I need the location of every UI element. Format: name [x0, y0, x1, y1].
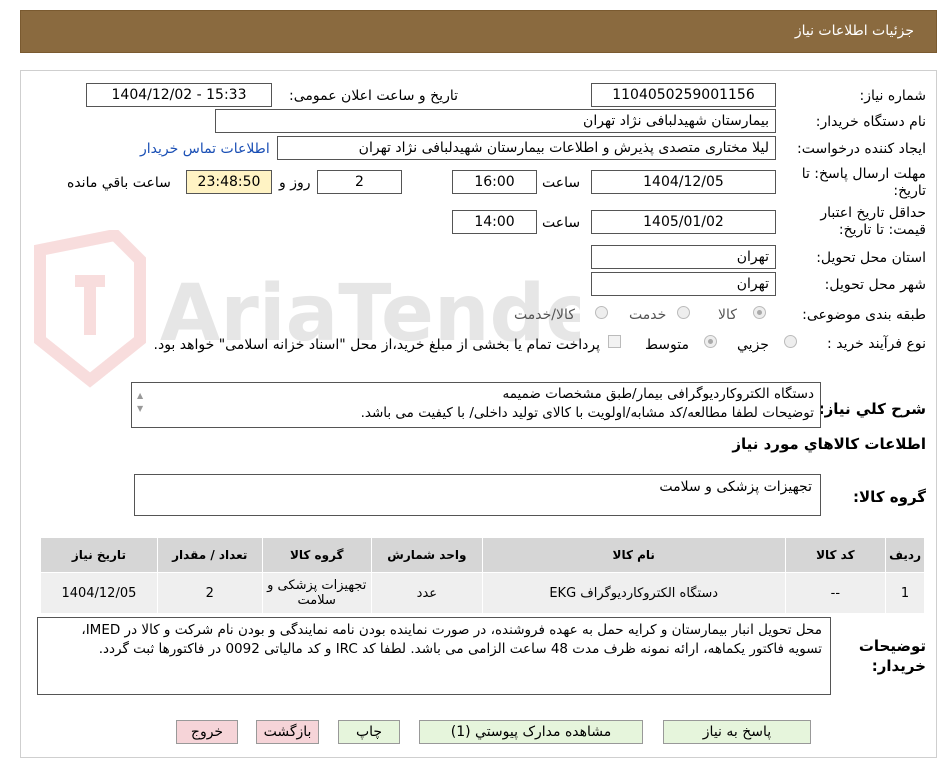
buyer-notes-field[interactable]: محل تحویل انبار بیمارستان و کرایه حمل به… [37, 617, 831, 695]
remaining-time-field: 23:48:50 [186, 170, 272, 194]
deadline-days-label: روز و [279, 175, 311, 191]
purchase-type-radio-small[interactable] [784, 335, 797, 348]
cell-unit: عدد [370, 572, 483, 614]
need-number-label: شماره نیاز: [859, 88, 927, 104]
requester-label: ایجاد کننده درخواست: [797, 141, 926, 157]
col-item-code: کد کالا [784, 537, 887, 573]
category-option-goods-service: کالا/خدمت [514, 307, 575, 323]
deadline-days-field: 2 [317, 170, 402, 194]
category-option-goods: کالا [718, 307, 737, 323]
purchase-type-option-small: جزیي [737, 337, 769, 353]
cell-item-code: -- [784, 572, 887, 614]
table-row: 1 -- دستگاه الکتروکاردیوگراف EKG عدد تجه… [40, 572, 925, 614]
goods-section-title: اطلاعات کالاهاي مورد نیاز [732, 435, 926, 453]
price-validity-date-field: 1405/01/02 [591, 210, 776, 234]
description-label: شرح کلي نیاز: [818, 400, 926, 418]
buyer-notes-label: توضیحات خریدار: [858, 637, 926, 675]
table-header-row: ردیف کد کالا نام کالا واحد شمارش گروه کا… [40, 537, 925, 573]
buyer-org-field: بیمارستان شهیدلبافی نژاد تهران [215, 109, 776, 133]
view-attachments-button[interactable]: مشاهده مدارک پیوستي (1) [419, 720, 643, 744]
cell-need-date: 1404/12/05 [40, 572, 158, 614]
col-row-number: ردیف [885, 537, 925, 573]
city-label: شهر محل تحویل: [824, 277, 926, 293]
items-table: ردیف کد کالا نام کالا واحد شمارش گروه کا… [40, 537, 925, 614]
buyer-org-label: نام دستگاه خریدار: [815, 114, 926, 130]
col-item-name: نام کالا [481, 537, 786, 573]
page-title: جزئیات اطلاعات نیاز [794, 23, 914, 39]
col-unit: واحد شمارش [370, 537, 483, 573]
requester-field: لیلا مختاری متصدی پذیرش و اطلاعات بیمارس… [277, 136, 776, 160]
page-header: جزئیات اطلاعات نیاز [20, 10, 937, 53]
province-label: استان محل تحویل: [816, 250, 926, 266]
price-validity-label: حداقل تاریخ اعتبار قیمت: تا تاریخ: [820, 205, 926, 238]
deadline-time-field: 16:00 [452, 170, 537, 194]
back-button[interactable]: بازگشت [256, 720, 319, 744]
buyer-notes-text: محل تحویل انبار بیمارستان و کرایه حمل به… [81, 622, 822, 657]
col-goods-group: گروه کالا [261, 537, 372, 573]
remaining-time-label: ساعت باقي مانده [67, 175, 171, 191]
goods-group-field[interactable]: تجهیزات پزشکی و سلامت [134, 474, 821, 516]
watermark-logo: AriaTender.neT [34, 230, 580, 388]
category-radio-goods[interactable] [753, 306, 766, 319]
exit-button[interactable]: خروج [176, 720, 238, 744]
deadline-label: مهلت ارسال پاسخ: تا تاریخ: [801, 166, 926, 199]
buyer-contact-link[interactable]: اطلاعات تماس خریدار [140, 141, 270, 157]
cell-row-number: 1 [885, 572, 925, 614]
cell-quantity: 2 [156, 572, 263, 614]
purchase-type-label: نوع فرآیند خرید : [827, 336, 926, 352]
col-quantity: تعداد / مقدار [156, 537, 263, 573]
cell-goods-group: تجهیزات پزشکی و سلامت [261, 572, 372, 614]
description-line-2: توضیحات لطفا مطالعه/کد مشابه/اولویت با ک… [360, 405, 814, 421]
col-need-date: تاریخ نیاز [40, 537, 158, 573]
announce-datetime-field: 1404/12/02 - 15:33 [86, 83, 272, 107]
treasury-checkbox[interactable] [608, 335, 621, 348]
category-option-service: خدمت [629, 307, 667, 323]
city-field: تهران [591, 272, 776, 296]
announce-datetime-label: تاریخ و ساعت اعلان عمومی: [289, 88, 458, 104]
purchase-type-radio-medium[interactable] [704, 335, 717, 348]
reply-button[interactable]: پاسخ به نیاز [663, 720, 811, 744]
deadline-time-label: ساعت [542, 175, 581, 191]
deadline-date-field: 1404/12/05 [591, 170, 776, 194]
scroll-down-icon[interactable]: ▼ [137, 399, 143, 418]
description-field[interactable]: دستگاه الکتروکاردیوگرافی بیمار/طبق مشخصا… [131, 382, 821, 428]
need-number-field: 1104050259001156 [591, 83, 776, 107]
goods-group-value: تجهیزات پزشکی و سلامت [659, 479, 812, 495]
print-button[interactable]: چاپ [338, 720, 400, 744]
price-validity-time-label: ساعت [542, 215, 581, 231]
treasury-note: پرداخت تمام یا بخشی از مبلغ خرید،از محل … [153, 337, 600, 353]
description-line-1: دستگاه الکتروکاردیوگرافی بیمار/طبق مشخصا… [502, 386, 815, 402]
province-field: تهران [591, 245, 776, 269]
price-validity-time-field: 14:00 [452, 210, 537, 234]
cell-item-name: دستگاه الکتروکاردیوگراف EKG [481, 572, 786, 614]
goods-group-label: گروه کالا: [853, 488, 926, 506]
category-radio-service[interactable] [677, 306, 690, 319]
purchase-type-option-medium: متوسط [645, 337, 689, 353]
category-label: طبقه بندی موضوعی: [802, 307, 926, 323]
category-radio-goods-service[interactable] [595, 306, 608, 319]
